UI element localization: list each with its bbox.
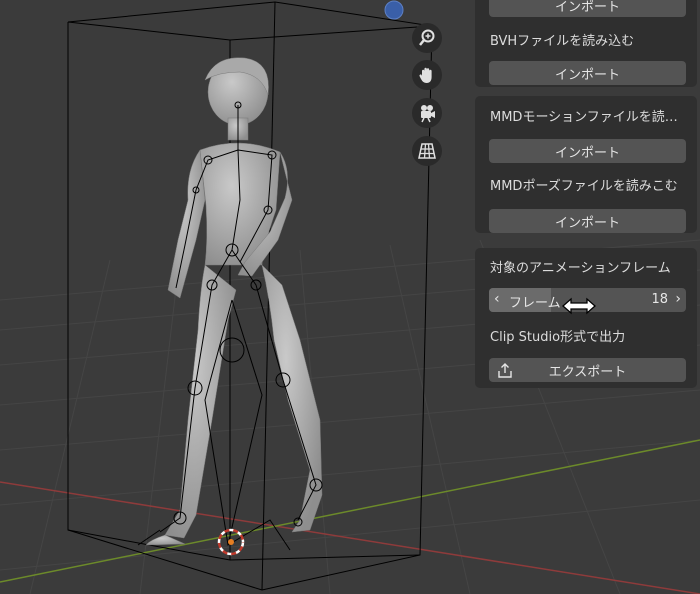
bvh-label: BVHファイルを読み込む bbox=[490, 34, 635, 49]
mmd-motion-label: MMDモーションファイルを読… bbox=[490, 110, 678, 125]
camera-view-button[interactable] bbox=[412, 98, 442, 128]
sidebar-panel: インポート BVHファイルを読み込む インポート MMDモーションファイルを読…… bbox=[467, 0, 700, 400]
mmd-pose-label: MMDポーズファイルを読みこむ bbox=[490, 179, 678, 194]
grid-icon bbox=[418, 143, 436, 159]
zoom-button[interactable] bbox=[412, 23, 442, 53]
ortho-toggle-button[interactable] bbox=[412, 136, 442, 166]
export-button-label: エクスポート bbox=[548, 364, 627, 380]
export-section: 対象のアニメーションフレーム ‹ フレーム 18 › Clip Studio形式… bbox=[475, 248, 697, 388]
zoom-icon bbox=[419, 29, 435, 46]
resize-cursor-icon bbox=[562, 297, 596, 315]
export-icon bbox=[498, 363, 512, 378]
import-button-top[interactable]: インポート bbox=[489, 0, 686, 17]
clip-studio-label: Clip Studio形式で出力 bbox=[490, 330, 626, 345]
hand-icon bbox=[419, 67, 432, 83]
mmd-motion-import-button[interactable]: インポート bbox=[489, 139, 686, 163]
export-button[interactable]: エクスポート bbox=[489, 358, 686, 382]
pan-button[interactable] bbox=[412, 60, 442, 90]
camera-icon bbox=[421, 105, 435, 123]
bvh-import-button[interactable]: インポート bbox=[489, 61, 686, 85]
axis-gizmo-z[interactable] bbox=[384, 0, 404, 20]
import-section: インポート BVHファイルを読み込む インポート bbox=[475, 0, 697, 87]
chevron-left-icon[interactable]: ‹ bbox=[494, 291, 500, 307]
target-frame-label: 対象のアニメーションフレーム bbox=[490, 261, 671, 276]
frame-field-value: 18 bbox=[651, 292, 668, 307]
chevron-right-icon[interactable]: › bbox=[675, 291, 681, 307]
mmd-section: MMDモーションファイルを読… インポート MMDポーズファイルを読みこむ イン… bbox=[475, 96, 697, 233]
mmd-pose-import-button[interactable]: インポート bbox=[489, 209, 686, 233]
frame-field-label: フレーム bbox=[509, 296, 561, 311]
